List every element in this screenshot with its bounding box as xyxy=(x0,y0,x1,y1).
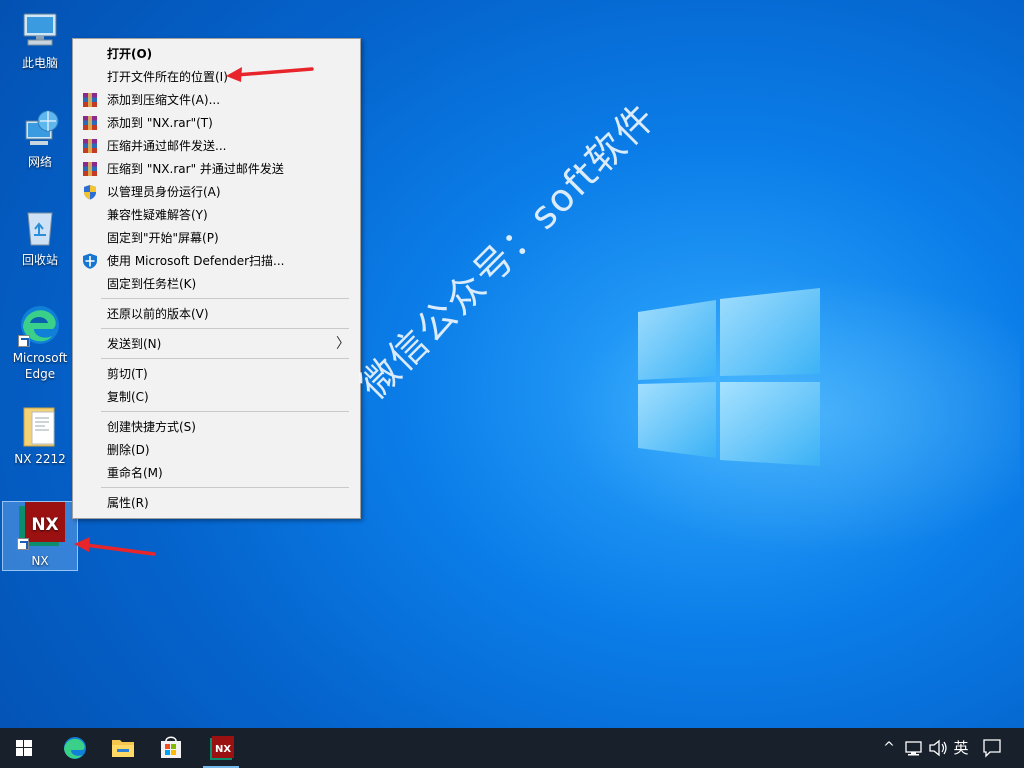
winrar-icon xyxy=(83,139,97,153)
menu-item-label: 还原以前的版本(V) xyxy=(107,307,209,321)
menu-item-copy[interactable]: 复制(C) xyxy=(73,386,360,408)
context-menu: 打开(O) 打开文件所在的位置(I) 添加到压缩文件(A)... 添加到 "NX… xyxy=(72,38,361,519)
taskbar-file-explorer-button[interactable] xyxy=(99,728,147,768)
menu-item-compress-and-email[interactable]: 压缩并通过邮件发送... xyxy=(73,135,360,157)
menu-item-label: 兼容性疑难解答(Y) xyxy=(107,208,208,222)
taskbar-store-button[interactable] xyxy=(147,728,195,768)
winrar-icon xyxy=(83,116,97,130)
notification-icon xyxy=(983,739,1001,758)
menu-separator xyxy=(101,358,349,359)
winrar-icon xyxy=(83,93,97,107)
menu-item-label: 添加到 "NX.rar"(T) xyxy=(107,116,213,130)
menu-item-label: 使用 Microsoft Defender扫描... xyxy=(107,254,285,268)
menu-item-label: 打开文件所在的位置(I) xyxy=(107,70,228,84)
edge-icon xyxy=(18,303,62,347)
windows-logo-wallpaper xyxy=(638,288,820,466)
edge-icon xyxy=(64,737,86,759)
svg-text:NX: NX xyxy=(31,515,58,535)
desktop-icon-label: 回收站 xyxy=(21,253,58,267)
computer-icon xyxy=(18,8,62,52)
menu-separator xyxy=(101,298,349,299)
network-icon xyxy=(18,107,62,151)
menu-item-cut[interactable]: 剪切(T) xyxy=(73,363,360,385)
tray-overflow-chevron[interactable]: ^ xyxy=(878,728,900,768)
menu-item-label: 发送到(N) xyxy=(107,337,162,351)
menu-item-label: 剪切(T) xyxy=(107,367,148,381)
desktop-icon-nx[interactable]: NX NX xyxy=(2,501,78,571)
menu-item-compatibility-troubleshoot[interactable]: 兼容性疑难解答(Y) xyxy=(73,204,360,226)
menu-item-send-to[interactable]: 发送到(N) 〉 xyxy=(73,333,360,355)
taskbar: NX ^ 英 xyxy=(0,728,1024,768)
desktop-icon-nx-2212-folder[interactable]: NX 2212 xyxy=(2,404,78,467)
menu-item-properties[interactable]: 属性(R) xyxy=(73,492,360,514)
shortcut-arrow-icon xyxy=(17,538,29,550)
action-center-button[interactable] xyxy=(978,728,1006,768)
menu-item-label: 创建快捷方式(S) xyxy=(107,420,196,434)
menu-item-label: 添加到压缩文件(A)... xyxy=(107,93,221,107)
menu-item-label: 压缩并通过邮件发送... xyxy=(107,139,227,153)
svg-text:NX: NX xyxy=(215,744,231,755)
file-explorer-icon xyxy=(112,740,134,757)
menu-item-create-shortcut[interactable]: 创建快捷方式(S) xyxy=(73,416,360,438)
menu-item-pin-to-start[interactable]: 固定到"开始"屏幕(P) xyxy=(73,227,360,249)
menu-item-label: 属性(R) xyxy=(107,496,149,510)
nx-icon: NX xyxy=(17,502,65,550)
menu-item-label: 压缩到 "NX.rar" 并通过邮件发送 xyxy=(107,162,284,176)
menu-item-rename[interactable]: 重命名(M) xyxy=(73,462,360,484)
menu-separator xyxy=(101,411,349,412)
menu-item-label: 固定到任务栏(K) xyxy=(107,277,197,291)
desktop-icon-recycle-bin[interactable]: 回收站 xyxy=(2,205,78,268)
menu-item-compress-to-nx-rar-and-email[interactable]: 压缩到 "NX.rar" 并通过邮件发送 xyxy=(73,158,360,180)
desktop-icon-label: NX xyxy=(31,554,49,568)
taskbar-edge-button[interactable] xyxy=(51,728,99,768)
menu-item-label: 复制(C) xyxy=(107,390,149,404)
nx-icon: NX xyxy=(210,736,234,760)
ime-indicator[interactable]: 英 xyxy=(950,728,972,768)
store-icon xyxy=(161,736,181,758)
menu-item-restore-previous-versions[interactable]: 还原以前的版本(V) xyxy=(73,303,360,325)
chevron-right-icon: 〉 xyxy=(336,336,350,352)
shortcut-arrow-icon xyxy=(18,335,30,347)
menu-item-delete[interactable]: 删除(D) xyxy=(73,439,360,461)
menu-item-label: 删除(D) xyxy=(107,443,150,457)
desktop-icon-label: Microsoft Edge xyxy=(12,351,68,381)
desktop-icon-edge[interactable]: Microsoft Edge xyxy=(2,303,78,382)
red-arrow-annotation-icon xyxy=(74,537,156,556)
uac-shield-icon xyxy=(84,185,96,200)
network-tray-button[interactable] xyxy=(902,728,926,768)
menu-item-label: 以管理员身份运行(A) xyxy=(107,185,221,199)
menu-item-label: 固定到"开始"屏幕(P) xyxy=(107,231,219,245)
menu-item-label: 打开(O) xyxy=(107,47,153,61)
folder-icon xyxy=(18,404,62,448)
volume-tray-button[interactable] xyxy=(926,728,950,768)
menu-item-add-to-nx-rar[interactable]: 添加到 "NX.rar"(T) xyxy=(73,112,360,134)
menu-item-run-as-admin[interactable]: 以管理员身份运行(A) xyxy=(73,181,360,203)
desktop-icon-this-pc[interactable]: 此电脑 xyxy=(2,8,78,71)
recycle-bin-icon xyxy=(18,205,62,249)
menu-item-defender-scan[interactable]: 使用 Microsoft Defender扫描... xyxy=(73,250,360,272)
desktop-icon-network[interactable]: 网络 xyxy=(2,107,78,170)
defender-icon xyxy=(83,253,97,269)
start-button[interactable] xyxy=(0,728,48,768)
start-icon xyxy=(16,740,32,756)
desktop-icon-label: 网络 xyxy=(27,155,52,169)
network-icon xyxy=(905,741,922,756)
desktop-icon-label: NX 2212 xyxy=(14,452,66,466)
winrar-icon xyxy=(83,162,97,176)
menu-separator xyxy=(101,487,349,488)
menu-separator xyxy=(101,328,349,329)
menu-item-add-to-archive[interactable]: 添加到压缩文件(A)... xyxy=(73,89,360,111)
taskbar-nx-button[interactable]: NX xyxy=(197,728,245,768)
volume-icon xyxy=(929,739,947,757)
menu-item-pin-to-taskbar[interactable]: 固定到任务栏(K) xyxy=(73,273,360,295)
red-arrow-annotation-icon xyxy=(226,67,314,82)
desktop-icon-label: 此电脑 xyxy=(21,56,58,70)
menu-item-label: 重命名(M) xyxy=(107,466,163,480)
